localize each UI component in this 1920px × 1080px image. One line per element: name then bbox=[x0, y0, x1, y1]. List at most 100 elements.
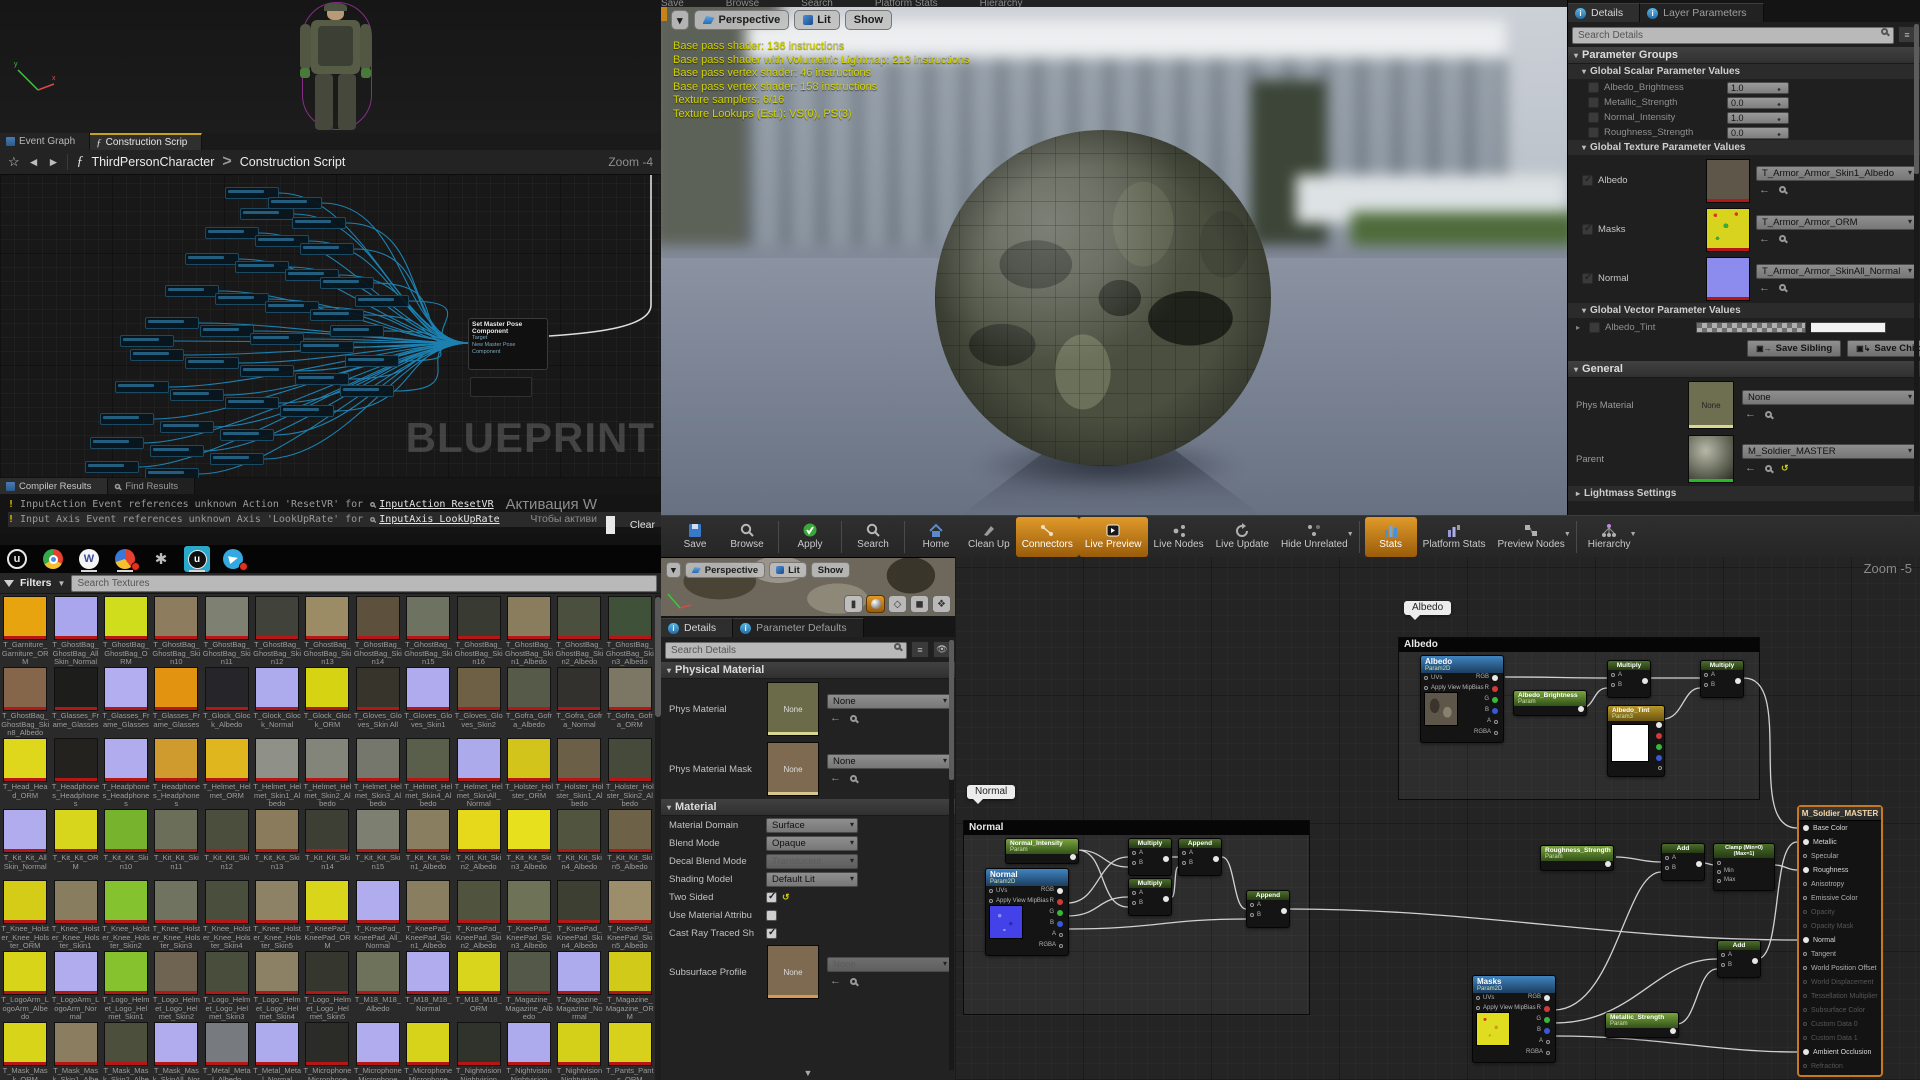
output-pin-rgb[interactable]: RGB bbox=[1036, 885, 1066, 896]
input-pin[interactable] bbox=[1717, 870, 1721, 874]
blueprint-node[interactable] bbox=[225, 397, 279, 409]
texture-asset-item[interactable]: T_GhostBag_GhostBag_Skin3_Albedo bbox=[605, 595, 655, 666]
browse-to-asset-icon[interactable] bbox=[1765, 411, 1772, 418]
texture-asset-item[interactable]: T_Glock_Glock_Normal bbox=[252, 666, 302, 737]
value-spinner-icon[interactable] bbox=[1777, 113, 1785, 123]
texture-asset-item[interactable]: T_Glasses_Frame_Glasses bbox=[50, 666, 100, 737]
input-pin[interactable] bbox=[1717, 861, 1721, 865]
blueprint-node[interactable] bbox=[185, 253, 239, 265]
output-pin[interactable] bbox=[1163, 896, 1169, 902]
output-pin[interactable] bbox=[1578, 706, 1584, 712]
output-pin[interactable] bbox=[1605, 861, 1611, 867]
lit-button[interactable]: Lit bbox=[769, 562, 807, 578]
unreal-engine-icon[interactable]: u bbox=[4, 546, 30, 572]
texture-asset-item[interactable]: T_Holster_Holster_Skin1_Albedo bbox=[554, 737, 604, 808]
blueprint-node[interactable] bbox=[90, 437, 144, 449]
roughness_strength-parameter-node[interactable]: Roughness_StrengthParam bbox=[1540, 845, 1614, 871]
texture-asset-item[interactable]: T_GhostBag_GhostBag_Skin2_Albedo bbox=[554, 595, 604, 666]
output-pin[interactable] bbox=[1658, 766, 1662, 770]
favorite-star-icon[interactable]: ☆ bbox=[8, 154, 20, 170]
texture-asset-item[interactable]: T_Headphones_Headphones bbox=[151, 737, 201, 808]
blueprint-node[interactable] bbox=[280, 405, 334, 417]
blueprint-node[interactable] bbox=[210, 453, 264, 465]
output-pin-normal[interactable]: Normal bbox=[1799, 933, 1881, 947]
tab-layer-parameters[interactable]: i Layer Parameters bbox=[1640, 3, 1763, 22]
details-scrollbar[interactable] bbox=[1914, 24, 1919, 512]
section-physical-material[interactable]: ▾Physical Material bbox=[661, 662, 955, 679]
hierarchy-button[interactable]: Hierarchy▼ bbox=[1582, 517, 1637, 557]
texture-asset-item[interactable]: T_Glock_Glock_ORM bbox=[302, 666, 352, 737]
output-pin-subsurface-color[interactable]: Subsurface Color bbox=[1799, 1003, 1881, 1017]
texture-asset-item[interactable]: T_Headphones_Headphones bbox=[50, 737, 100, 808]
output-pin-specular[interactable]: Specular bbox=[1799, 849, 1881, 863]
texture-asset-item[interactable]: T_Mask_Mask_Skin2_Albedo bbox=[101, 1021, 151, 1080]
texture-asset-item[interactable]: T_LogoArm_LogoArm_Normal bbox=[50, 950, 100, 1021]
tab-details[interactable]: iDetails bbox=[661, 618, 733, 637]
texture-thumbnail[interactable] bbox=[1706, 257, 1750, 301]
input-pin[interactable] bbox=[1717, 879, 1721, 883]
texture-asset-item[interactable]: T_Nightvision_Nightvision_ORM bbox=[554, 1021, 604, 1080]
normal_intensity-parameter-node[interactable]: Normal_IntensityParam bbox=[1005, 838, 1079, 864]
texture-asset-item[interactable]: T_M18_M18_Normal bbox=[403, 950, 453, 1021]
material-preview-sphere[interactable] bbox=[935, 130, 1271, 466]
texture-asset-item[interactable]: T_Knee_Holster_Knee_Holster_Skin1 bbox=[50, 879, 100, 950]
texture-asset-item[interactable]: T_Kit_Kit_Skin14 bbox=[302, 808, 352, 879]
output-pin-world-displacement[interactable]: World Displacement bbox=[1799, 975, 1881, 989]
parent-material-thumbnail[interactable] bbox=[1688, 435, 1734, 483]
tab-construction-script[interactable]: ƒ Construction Scrip bbox=[90, 133, 202, 150]
value-spinner-icon[interactable] bbox=[1777, 128, 1785, 138]
blueprint-node[interactable] bbox=[145, 317, 199, 329]
output-pin[interactable] bbox=[1656, 744, 1662, 750]
texture-asset-item[interactable]: T_Gloves_Gloves_Skin1 bbox=[403, 666, 453, 737]
material-preview-viewport[interactable]: SaveBrowseSearchPlatform StatsHierarchy … bbox=[661, 0, 1567, 515]
texture-asset-dropdown[interactable]: T_Armor_Armor_SkinAll_Normal bbox=[1756, 264, 1916, 279]
texture-asset-item[interactable]: T_Logo_Helmet_Logo_Helmet_Skin4 bbox=[252, 950, 302, 1021]
value-spinner-icon[interactable] bbox=[1777, 83, 1785, 93]
metallic_strength-checkbox[interactable] bbox=[1588, 97, 1599, 108]
phys-material-dropdown[interactable]: None bbox=[827, 694, 951, 709]
shading-model-dropdown[interactable]: Default Lit bbox=[766, 872, 858, 887]
live-nodes-button[interactable]: Live Nodes bbox=[1148, 517, 1210, 557]
browser-icon[interactable] bbox=[112, 546, 138, 572]
blueprint-node[interactable] bbox=[235, 261, 289, 273]
metallic_strength-parameter-node[interactable]: Metallic_StrengthParam bbox=[1605, 1012, 1679, 1038]
texture-asset-item[interactable]: T_Gofra_Gofra_Normal bbox=[554, 666, 604, 737]
section-material[interactable]: ▾Material bbox=[661, 799, 955, 816]
node-pin-new-master-pose[interactable]: New Master Pose Component bbox=[472, 342, 544, 356]
texture-asset-item[interactable]: T_Gofra_Gofra_ORM bbox=[605, 666, 655, 737]
section-parameter-groups[interactable]: ▾Parameter Groups bbox=[1568, 47, 1920, 64]
texture-asset-item[interactable]: T_Holster_Holster_Skin2_Albedo bbox=[605, 737, 655, 808]
texture-asset-item[interactable]: T_KneePad_KneePad_All_Normal bbox=[353, 879, 403, 950]
color-alpha-checker[interactable] bbox=[1696, 322, 1806, 333]
texture-asset-item[interactable]: T_Helmet_Helmet_ORM bbox=[202, 737, 252, 808]
albedo_brightness-checkbox[interactable] bbox=[1588, 82, 1599, 93]
texture-asset-item[interactable]: T_Logo_Helmet_Logo_Helmet_Skin3 bbox=[202, 950, 252, 1021]
platform-stats-button[interactable]: Platform Stats bbox=[1417, 517, 1492, 557]
texture-asset-item[interactable]: T_GhostBag_GhostBag_ORM bbox=[101, 595, 151, 666]
browse-to-asset-icon[interactable] bbox=[850, 715, 857, 722]
texture-asset-item[interactable]: T_M18_M18_ORM bbox=[453, 950, 503, 1021]
save-button[interactable]: Save bbox=[669, 517, 721, 557]
output-pin[interactable] bbox=[1735, 678, 1741, 684]
output-pin-base-color[interactable]: Base Color bbox=[1799, 821, 1881, 835]
output-pin-b[interactable]: B bbox=[1523, 1025, 1553, 1036]
add-node[interactable]: AddAB bbox=[1717, 940, 1761, 978]
albedo-tint-checkbox[interactable] bbox=[1589, 322, 1600, 333]
blueprint-node[interactable] bbox=[345, 355, 399, 367]
texture-asset-dropdown[interactable]: T_Armor_Armor_Skin1_Albedo bbox=[1756, 166, 1916, 181]
blueprint-node[interactable] bbox=[205, 227, 259, 239]
blueprint-node[interactable] bbox=[292, 217, 346, 229]
texture-asset-item[interactable]: T_Glasses_Frame_Glasses bbox=[101, 666, 151, 737]
texture-asset-item[interactable]: T_Kit_Kit_Skin13 bbox=[252, 808, 302, 879]
reset-to-default-icon[interactable]: ↺ bbox=[782, 892, 790, 903]
browse-to-asset-icon[interactable] bbox=[1779, 284, 1786, 291]
view-options-button[interactable]: ≡ bbox=[911, 641, 929, 658]
texture-asset-item[interactable]: T_Kit_Kit_Skin4_Albedo bbox=[554, 808, 604, 879]
lit-button[interactable]: Lit bbox=[794, 10, 839, 30]
section-global-texture-parameters[interactable]: ▾Global Texture Parameter Values bbox=[1568, 140, 1920, 156]
scalar-value-input[interactable]: 0.0 bbox=[1727, 127, 1789, 139]
blueprint-small-node[interactable] bbox=[470, 377, 532, 397]
use-selected-icon[interactable]: ← bbox=[1759, 282, 1770, 294]
albedo_brightness-parameter-node[interactable]: Albedo_BrightnessParam bbox=[1513, 690, 1587, 716]
blueprint-node[interactable] bbox=[85, 461, 139, 473]
